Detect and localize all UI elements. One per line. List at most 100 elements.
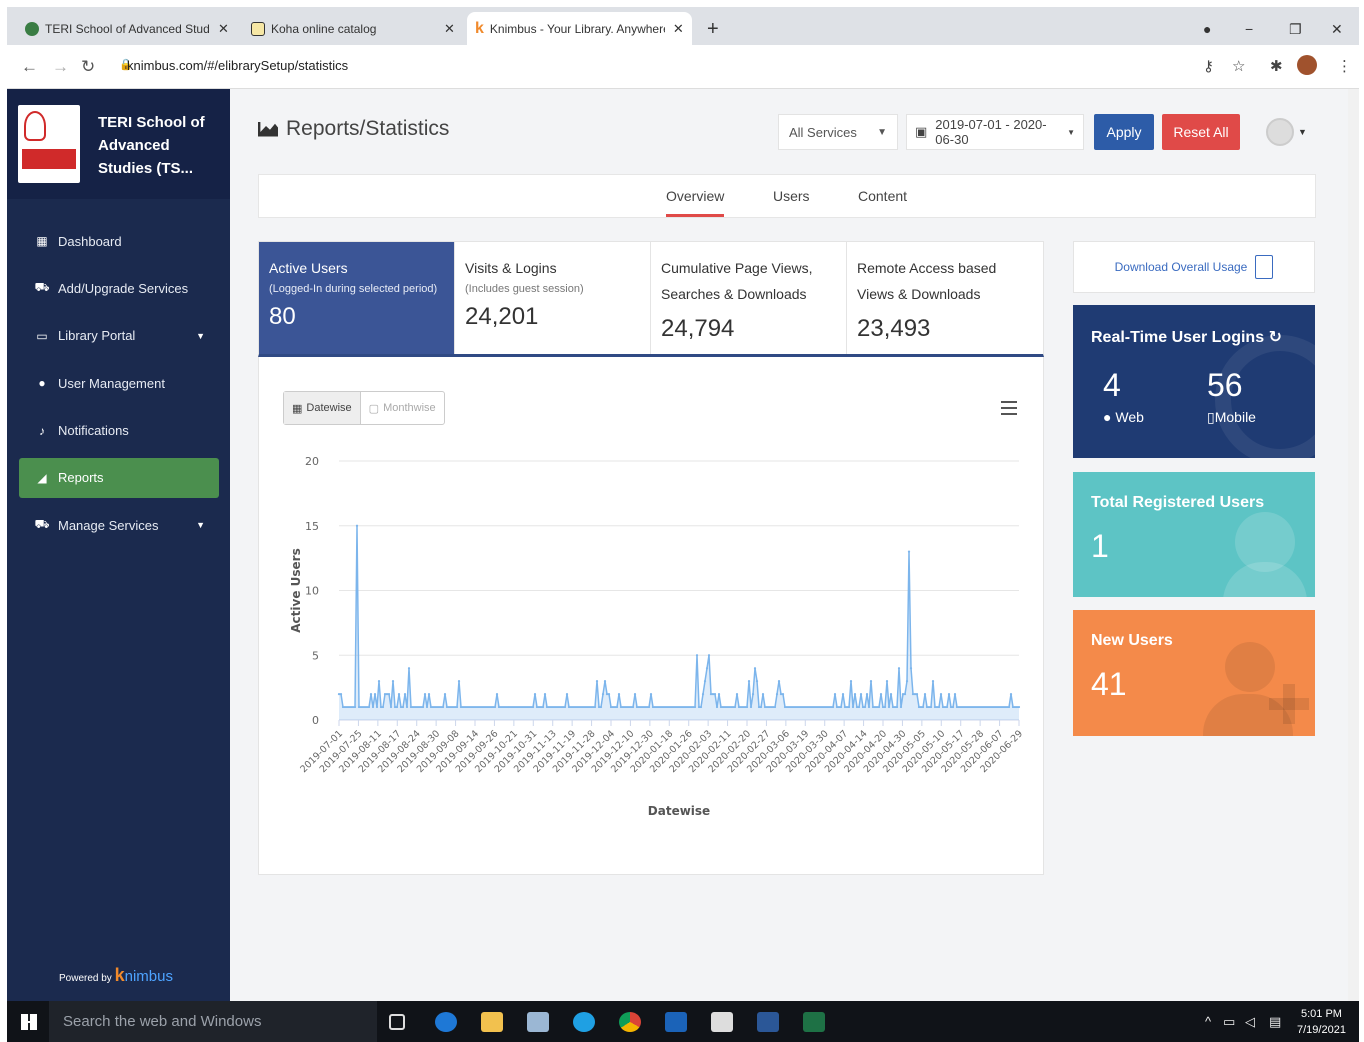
- data-point: [403, 693, 407, 696]
- excel-icon[interactable]: [803, 1012, 825, 1032]
- y-tick-label: 15: [305, 520, 319, 533]
- data-point: [575, 705, 579, 709]
- data-point: [539, 705, 543, 709]
- user-menu-button[interactable]: ▼: [1266, 114, 1312, 150]
- knimbus-logo-rest: nimbus: [124, 968, 173, 985]
- tab-knimbus[interactable]: k Knimbus - Your Library. Anywhere ✕: [467, 12, 692, 45]
- skype-icon[interactable]: [573, 1012, 595, 1032]
- data-point: [399, 705, 403, 709]
- reset-all-button[interactable]: Reset All: [1162, 114, 1240, 150]
- onenote-icon[interactable]: [527, 1012, 549, 1032]
- windows-start-icon[interactable]: [21, 1014, 37, 1030]
- outlook-icon[interactable]: [665, 1012, 687, 1032]
- download-overall-usage-button[interactable]: Download Overall Usage: [1073, 241, 1315, 293]
- url-input[interactable]: knimbus.com/#/elibrarySetup/statistics: [127, 58, 348, 73]
- data-point: [501, 705, 505, 709]
- new-tab-icon[interactable]: +: [707, 18, 719, 41]
- file-explorer-icon[interactable]: [481, 1012, 503, 1032]
- key-icon[interactable]: ⚷: [1203, 57, 1214, 75]
- service-select[interactable]: All Services ▼: [778, 114, 898, 150]
- web-label-text: Web: [1115, 409, 1144, 425]
- close-tab-icon[interactable]: ✕: [218, 21, 229, 37]
- tab-koha[interactable]: Koha online catalog ✕: [243, 12, 463, 45]
- extensions-icon[interactable]: ✱: [1270, 57, 1283, 75]
- data-point: [417, 705, 421, 709]
- data-point: [751, 693, 755, 696]
- tab-title: Koha online catalog: [271, 21, 377, 36]
- data-point: [555, 705, 559, 709]
- mobile-logins-value: 56: [1207, 367, 1243, 403]
- word-icon[interactable]: [757, 1012, 779, 1032]
- account-icon[interactable]: ●: [1203, 21, 1211, 37]
- data-point: [997, 705, 1001, 709]
- data-point: [595, 680, 599, 683]
- profile-avatar-icon[interactable]: [1297, 55, 1317, 75]
- sidebar-item-user-management[interactable]: ● User Management: [19, 363, 219, 403]
- page-title: Reports/Statistics: [258, 117, 449, 141]
- stat-visits-logins[interactable]: Visits & Logins (Includes guest session)…: [455, 242, 651, 354]
- sidebar-item-add-upgrade-services[interactable]: ⛟ Add/Upgrade Services: [19, 268, 219, 308]
- reload-icon[interactable]: ↻: [81, 57, 95, 77]
- close-tab-icon[interactable]: ✕: [673, 21, 684, 37]
- close-tab-icon[interactable]: ✕: [444, 21, 455, 37]
- edge-icon[interactable]: [435, 1012, 457, 1032]
- forward-icon[interactable]: →: [52, 57, 69, 77]
- sidebar-item-notifications[interactable]: ♪ Notifications: [19, 411, 219, 451]
- data-point: [567, 705, 571, 709]
- back-icon[interactable]: ←: [21, 57, 38, 77]
- data-point: [689, 705, 693, 709]
- user-icon: ●: [38, 376, 46, 391]
- data-point: [705, 667, 709, 670]
- chrome-icon[interactable]: [619, 1012, 641, 1032]
- data-point: [713, 693, 717, 696]
- page-scrollbar[interactable]: [1348, 89, 1359, 1001]
- stat-remote-access[interactable]: Remote Access based Views & Downloads 23…: [847, 242, 1043, 354]
- tray-chevron-icon[interactable]: ^: [1205, 1014, 1211, 1029]
- service-select-value: All Services: [789, 124, 857, 140]
- stat-active-users[interactable]: Active Users (Logged-In during selected …: [259, 242, 455, 354]
- data-point: [559, 705, 563, 709]
- download-label: Download Overall Usage: [1114, 260, 1248, 274]
- data-point: [789, 705, 793, 709]
- cart-icon: ⛟: [34, 280, 50, 295]
- store-icon[interactable]: [711, 1012, 733, 1032]
- date-range-picker[interactable]: ▣ 2019-07-01 - 2020-06-30 ▼: [906, 114, 1084, 150]
- data-point: [585, 705, 589, 709]
- taskbar-search-input[interactable]: Search the web and Windows: [49, 1001, 377, 1042]
- apply-button[interactable]: Apply: [1094, 114, 1154, 150]
- tab-users[interactable]: Users: [773, 188, 810, 204]
- notification-center-icon[interactable]: ▤: [1269, 1014, 1281, 1030]
- data-point: [775, 693, 779, 696]
- close-window-icon[interactable]: ✕: [1331, 21, 1343, 38]
- data-point: [573, 705, 577, 709]
- maximize-icon[interactable]: ❐: [1289, 21, 1302, 38]
- minimize-icon[interactable]: −: [1245, 21, 1253, 37]
- tab-content[interactable]: Content: [858, 188, 907, 204]
- sidebar-item-reports[interactable]: ◢ Reports: [19, 457, 219, 498]
- volume-icon[interactable]: ◁: [1245, 1014, 1255, 1030]
- refresh-icon[interactable]: ↻: [1269, 329, 1282, 346]
- data-point: [871, 705, 875, 709]
- sidebar-item-library-portal[interactable]: ▭ Library Portal ▼: [19, 316, 219, 356]
- data-point: [957, 705, 961, 709]
- data-point: [415, 705, 419, 709]
- data-point: [569, 705, 573, 709]
- data-point: [835, 705, 839, 709]
- data-point: [959, 705, 963, 709]
- task-view-icon[interactable]: [389, 1014, 405, 1030]
- tab-teri[interactable]: TERI School of Advanced Studies ✕: [17, 12, 237, 45]
- menu-dots-icon[interactable]: ⋮: [1337, 57, 1352, 75]
- sidebar-item-manage-services[interactable]: ⛟ Manage Services ▼: [19, 505, 219, 545]
- data-point: [797, 705, 801, 709]
- network-icon[interactable]: ▭: [1223, 1014, 1235, 1030]
- tab-overview[interactable]: Overview: [666, 188, 725, 217]
- data-point: [919, 705, 923, 709]
- sidebar-item-dashboard[interactable]: ▦ Dashboard: [19, 221, 219, 261]
- data-point: [603, 680, 607, 683]
- data-point: [633, 693, 637, 696]
- bookmark-star-icon[interactable]: ☆: [1232, 57, 1245, 75]
- stat-page-views[interactable]: Cumulative Page Views, Searches & Downlo…: [651, 242, 847, 354]
- data-point: [765, 705, 769, 709]
- data-point: [491, 705, 495, 709]
- data-point: [825, 705, 829, 709]
